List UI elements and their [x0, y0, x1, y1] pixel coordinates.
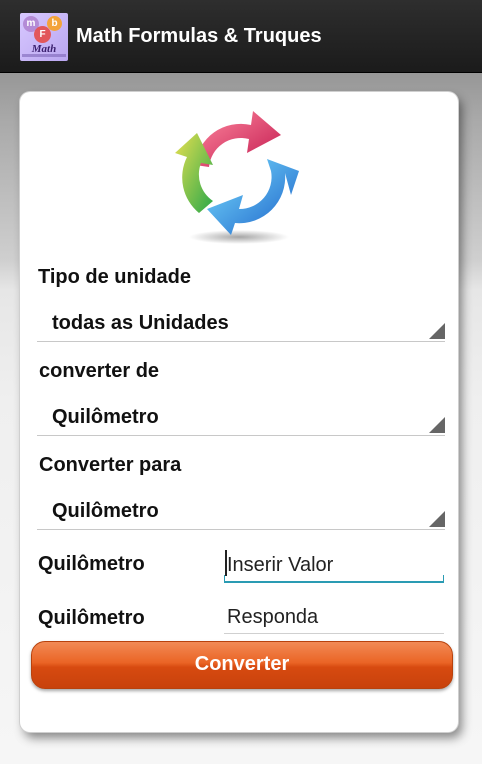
- unit-type-value: todas as Unidades: [52, 312, 229, 334]
- to-unit-dropdown[interactable]: Quilômetro: [37, 493, 445, 530]
- output-unit-label: Quilômetro: [38, 607, 145, 629]
- logo-subtext: [22, 54, 66, 57]
- app-logo-icon[interactable]: m b F Math: [20, 13, 68, 61]
- convert-button[interactable]: Converter: [31, 641, 453, 689]
- result-field: Responda: [224, 597, 444, 634]
- refresh-arrows-icon: [175, 111, 299, 244]
- from-unit-dropdown[interactable]: Quilômetro: [37, 399, 445, 436]
- to-unit-label: Converter para: [39, 454, 182, 476]
- result-text: Responda: [227, 606, 319, 628]
- app-bar: m b F Math Math Formulas & Truques: [0, 0, 482, 73]
- dropdown-arrow-icon: [429, 511, 445, 527]
- to-unit-value: Quilômetro: [52, 500, 159, 522]
- dropdown-arrow-icon: [429, 323, 445, 339]
- app-title: Math Formulas & Truques: [76, 25, 322, 47]
- from-unit-label: converter de: [39, 360, 160, 382]
- unit-type-label: Tipo de unidade: [38, 266, 191, 288]
- dropdown-arrow-icon: [429, 417, 445, 433]
- input-unit-label: Quilômetro: [38, 553, 145, 575]
- value-input-placeholder: Inserir Valor: [227, 554, 334, 576]
- logo-ball-f: F: [34, 26, 51, 43]
- value-input[interactable]: Inserir Valor: [224, 545, 444, 583]
- from-unit-value: Quilômetro: [52, 406, 159, 428]
- unit-type-dropdown[interactable]: todas as Unidades: [37, 305, 445, 342]
